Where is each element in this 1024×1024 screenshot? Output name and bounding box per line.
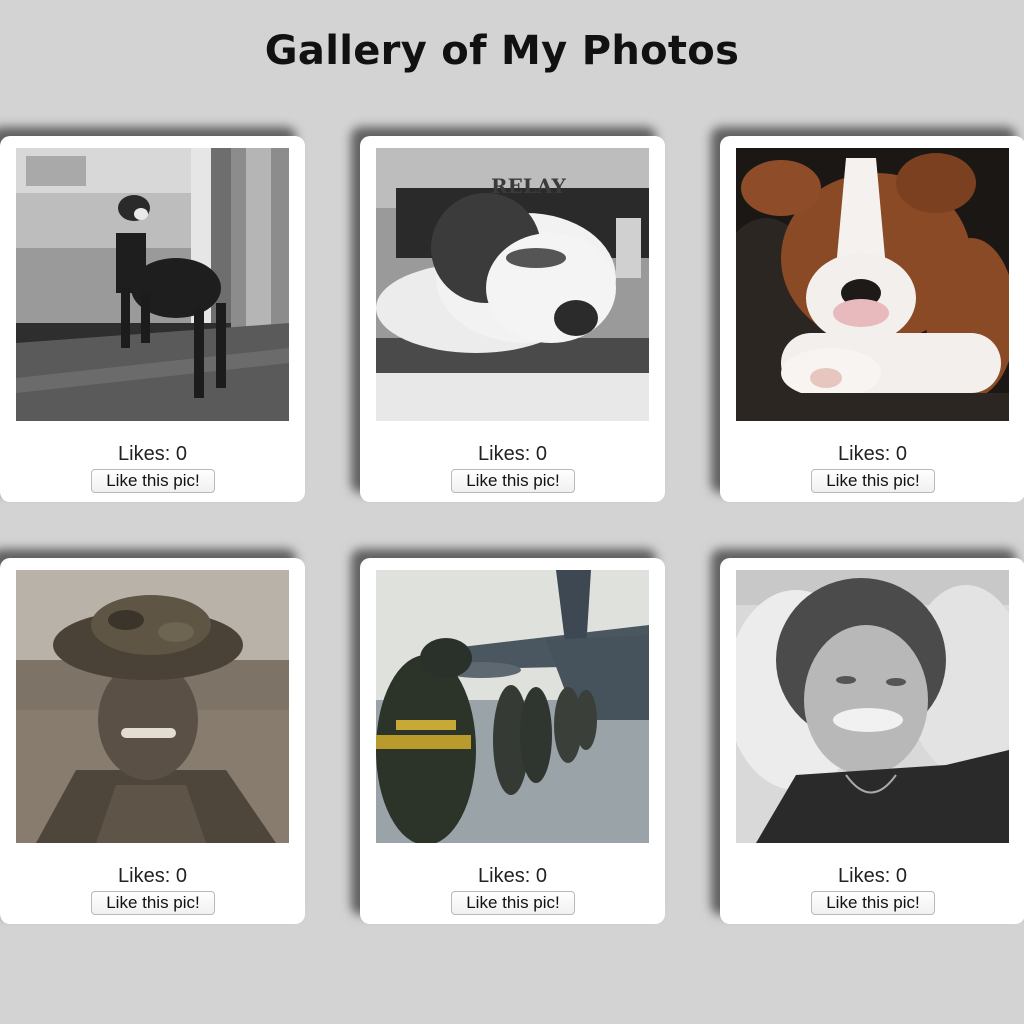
photo-card: RELAY Likes: 0 Like this pic!: [360, 136, 665, 502]
likes-count: Likes: 0: [838, 865, 907, 887]
photo-sleeping-boxer: [736, 148, 1009, 421]
like-button[interactable]: Like this pic!: [811, 891, 935, 915]
like-button[interactable]: Like this pic!: [451, 891, 575, 915]
likes-count: Likes: 0: [118, 865, 187, 887]
photo-paratroopers: [376, 570, 649, 843]
photo-soldier-portrait: [16, 570, 289, 843]
like-button[interactable]: Like this pic!: [91, 469, 215, 493]
like-button[interactable]: Like this pic!: [91, 891, 215, 915]
photo-smiling-woman: [736, 570, 1009, 843]
likes-count: Likes: 0: [118, 443, 187, 465]
likes-count: Likes: 0: [478, 865, 547, 887]
like-button[interactable]: Like this pic!: [451, 469, 575, 493]
photo-card: Likes: 0 Like this pic!: [0, 558, 305, 924]
like-button[interactable]: Like this pic!: [811, 469, 935, 493]
photo-card: Likes: 0 Like this pic!: [720, 136, 1024, 502]
page-title: Gallery of My Photos: [264, 28, 740, 74]
photo-caption-text: RELAY: [491, 174, 566, 198]
gallery-page: Gallery of My Photos Likes: 0 Like this …: [0, 0, 1024, 1024]
photo-sleeping-puppy: RELAY: [376, 148, 649, 421]
likes-count: Likes: 0: [478, 443, 547, 465]
photo-card: Likes: 0 Like this pic!: [720, 558, 1024, 924]
photo-card: Likes: 0 Like this pic!: [360, 558, 665, 924]
likes-count: Likes: 0: [838, 443, 907, 465]
photo-dog-at-window: [16, 148, 289, 421]
photo-card: Likes: 0 Like this pic!: [0, 136, 305, 502]
